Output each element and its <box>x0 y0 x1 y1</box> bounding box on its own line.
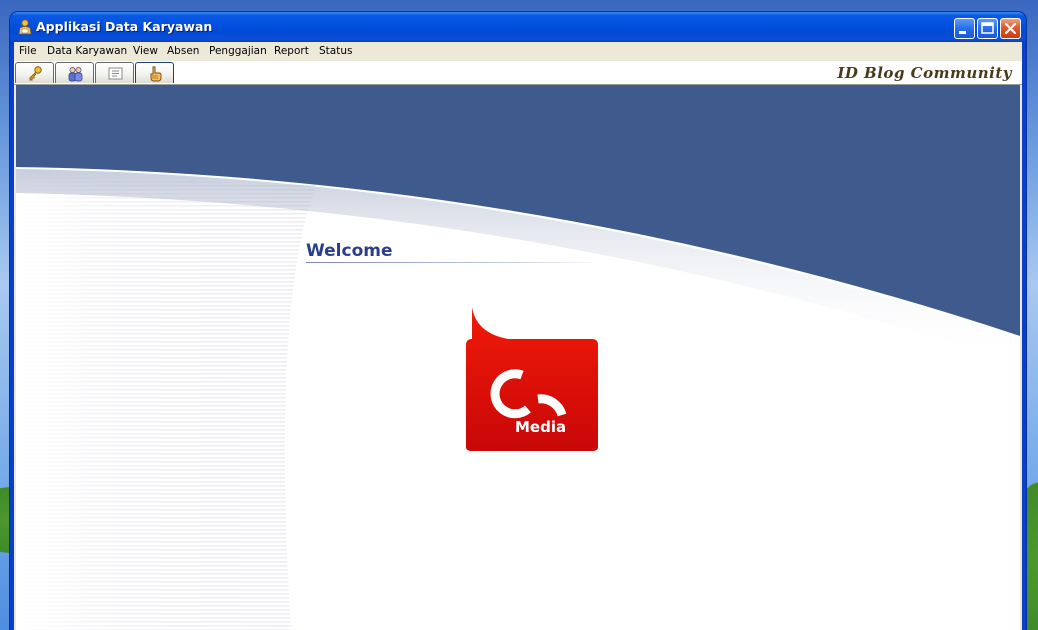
menu-data-karyawan[interactable]: Data Karyawan <box>47 45 127 57</box>
app-window: Applikasi Data Karyawan File Data Karyaw… <box>10 12 1026 630</box>
menu-absen[interactable]: Absen <box>167 45 199 57</box>
welcome-heading: Welcome <box>306 241 393 261</box>
window-title: Applikasi Data Karyawan <box>36 19 213 34</box>
menu-report[interactable]: Report <box>274 45 309 57</box>
menu-bar: File Data Karyawan View Absen Penggajian… <box>14 42 1022 61</box>
tab-users[interactable] <box>55 62 94 83</box>
close-icon <box>1004 22 1017 35</box>
menu-status[interactable]: Status <box>319 45 352 57</box>
welcome-panel: Welcome Media <box>16 85 1020 630</box>
toolbar: ID Blog Community <box>14 61 1022 85</box>
title-bar[interactable]: Applikasi Data Karyawan <box>10 12 1026 42</box>
key-icon <box>29 66 42 81</box>
app-icon <box>18 19 32 35</box>
tab-hand[interactable] <box>135 62 174 83</box>
minimize-icon <box>959 31 966 34</box>
tab-list[interactable] <box>95 62 134 83</box>
users-icon <box>68 67 83 82</box>
menu-view[interactable]: View <box>133 45 158 57</box>
window-client: File Data Karyawan View Absen Penggajian… <box>14 42 1022 630</box>
hand-pointer-icon <box>150 66 162 82</box>
menu-file[interactable]: File <box>19 45 37 57</box>
logo-label: Media <box>515 418 567 436</box>
tab-key[interactable] <box>15 62 54 83</box>
brand-text: ID Blog Community <box>837 64 1012 82</box>
maximize-icon <box>981 22 994 34</box>
list-icon <box>108 67 123 80</box>
close-button[interactable] <box>1000 18 1021 39</box>
menu-penggajian[interactable]: Penggajian <box>209 45 267 57</box>
minimize-button[interactable] <box>954 18 975 39</box>
maximize-button[interactable] <box>977 18 998 39</box>
welcome-underline <box>306 262 602 263</box>
